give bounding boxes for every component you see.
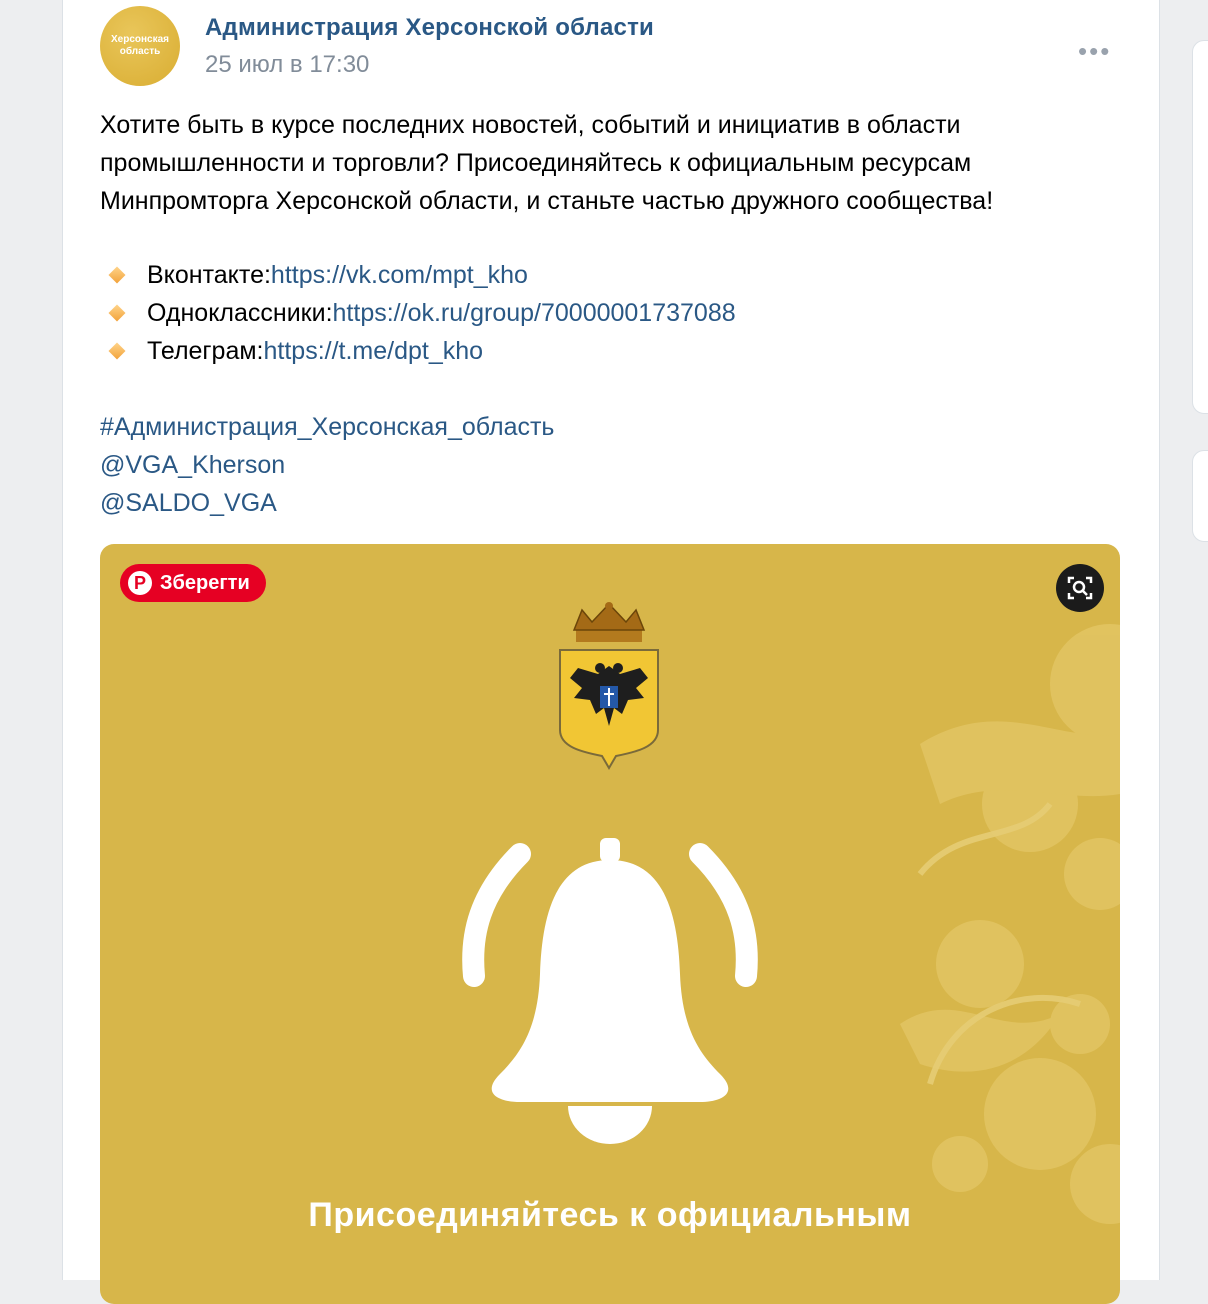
links-list: Вконтакте: https://vk.com/mpt_kho Однокл… xyxy=(100,256,736,370)
diamond-icon xyxy=(108,304,126,322)
side-panel-bottom[interactable] xyxy=(1192,450,1208,542)
coat-of-arms-icon xyxy=(559,602,659,770)
post-image[interactable]: P Зберегти Присоединяйтесь к официальным xyxy=(100,544,1120,1304)
avatar-text: Херсонская область xyxy=(110,34,169,57)
side-panel-top[interactable] xyxy=(1192,40,1208,414)
list-item: Одноклассники: https://ok.ru/group/70000… xyxy=(100,294,736,332)
ok-link[interactable]: https://ok.ru/group/70000001737088 xyxy=(333,294,736,332)
visual-search-icon xyxy=(1067,576,1093,600)
telegram-link[interactable]: https://t.me/dpt_kho xyxy=(264,332,484,370)
mention-link[interactable]: @VGA_Kherson xyxy=(100,446,554,484)
more-icon[interactable]: ••• xyxy=(1078,36,1111,67)
post-author[interactable]: Администрация Херсонской области xyxy=(205,14,654,42)
hashtag-link[interactable]: #Администрация_Херсонская_область xyxy=(100,408,554,446)
pinterest-icon: P xyxy=(128,571,152,595)
link-label: Одноклассники: xyxy=(147,299,333,327)
save-pin-label: Зберегти xyxy=(160,571,250,594)
post-text: Хотите быть в курсе последних новостей, … xyxy=(100,111,994,215)
promo-text: Присоединяйтесь к официальным xyxy=(308,1196,912,1234)
post-date[interactable]: 25 июл в 17:30 xyxy=(205,51,369,79)
diamond-icon xyxy=(108,342,126,360)
save-pin-button[interactable]: P Зберегти xyxy=(120,564,266,602)
list-item: Вконтакте: https://vk.com/mpt_kho xyxy=(100,256,736,294)
bell-icon xyxy=(462,838,758,1144)
list-item: Телеграм: https://t.me/dpt_kho xyxy=(100,332,736,370)
mention-link[interactable]: @SALDO_VGA xyxy=(100,484,554,522)
link-label: Вконтакте: xyxy=(147,261,271,289)
link-label: Телеграм: xyxy=(147,337,264,365)
vk-link[interactable]: https://vk.com/mpt_kho xyxy=(271,256,528,294)
diamond-icon xyxy=(108,266,126,284)
tags: #Администрация_Херсонская_область @VGA_K… xyxy=(100,408,554,522)
avatar[interactable]: Херсонская область xyxy=(100,6,180,86)
visual-search-button[interactable] xyxy=(1056,564,1104,612)
